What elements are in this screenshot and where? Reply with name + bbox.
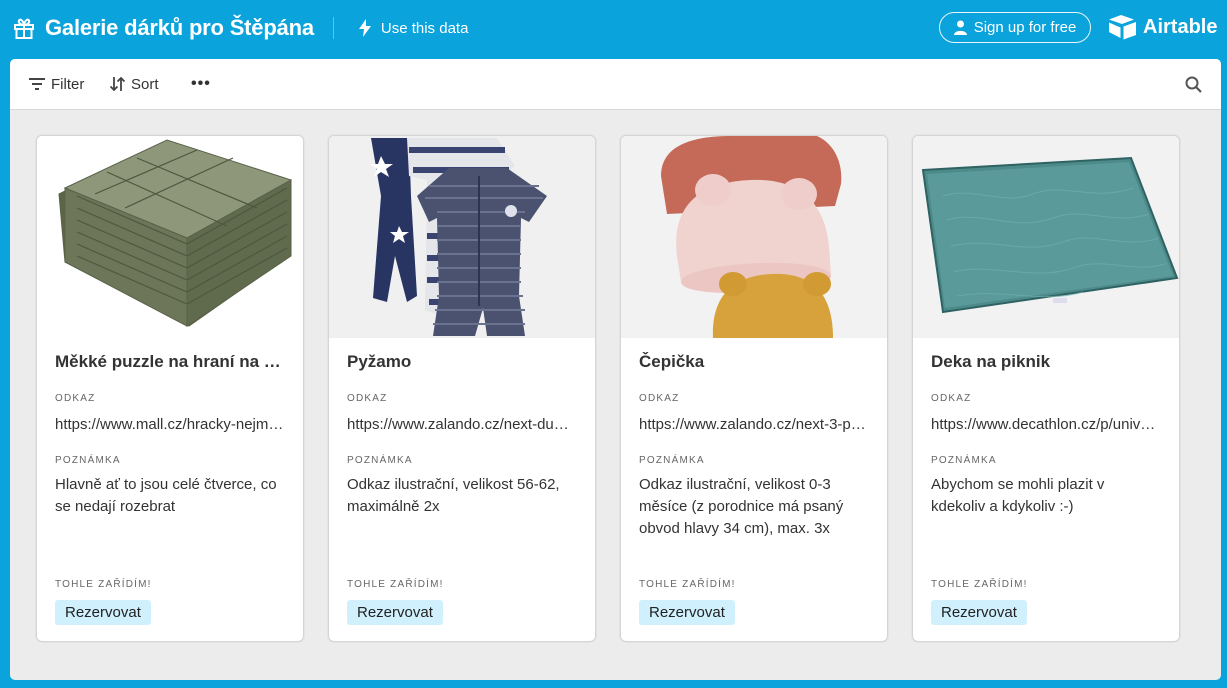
link-field-label: ODKAZ xyxy=(639,393,680,404)
note-field-label: POZNÁMKA xyxy=(347,455,413,466)
sign-up-button[interactable]: Sign up for free xyxy=(939,12,1091,43)
gallery-panel: Filter Sort ••• Měkké puzzle na hraní na… xyxy=(10,59,1221,680)
title-area: Galerie dárků pro Štěpána xyxy=(12,15,314,41)
use-this-data-label: Use this data xyxy=(380,19,469,37)
note-field-value: Hlavně ať to jsou celé čtverce, co se ne… xyxy=(55,476,277,515)
sort-button[interactable]: Sort xyxy=(110,76,159,93)
link-field-label: ODKAZ xyxy=(347,393,388,404)
gift-icon xyxy=(14,18,34,39)
card-title: Měkké puzzle na hraní na zemi xyxy=(55,352,285,371)
reserve-tag[interactable]: Rezervovat xyxy=(639,600,735,625)
card-title: Pyžamo xyxy=(347,352,412,371)
top-bar: Galerie dárků pro Štěpána Use this data … xyxy=(0,0,1227,56)
card-title: Deka na piknik xyxy=(931,352,1051,371)
card-title: Čepička xyxy=(639,352,705,371)
reserve-field-label: TOHLE ZAŘÍDÍM! xyxy=(347,579,444,590)
baby-sleepsuits-image xyxy=(370,138,547,336)
link-field-value[interactable]: https://www.mall.cz/hracky-nejmensi/ xyxy=(55,414,285,436)
sign-up-label: Sign up for free xyxy=(973,19,1077,36)
sort-icon xyxy=(110,77,125,91)
use-this-data-button[interactable]: Use this data xyxy=(358,19,469,37)
search-icon[interactable] xyxy=(1185,76,1202,93)
note-field-label: POZNÁMKA xyxy=(55,455,121,466)
reserve-tag[interactable]: Rezervovat xyxy=(55,600,151,625)
reserve-tag[interactable]: Rezervovat xyxy=(931,600,1027,625)
filter-icon xyxy=(29,78,45,90)
user-icon xyxy=(953,20,967,35)
note-field-value: Abychom se mohli plazit v kdekoliv a kdy… xyxy=(931,476,1105,515)
gallery-card[interactable]: Deka na piknik ODKAZ https://www.decathl… xyxy=(912,135,1180,642)
airtable-logo-icon xyxy=(1109,15,1136,40)
base-title: Galerie dárků pro Štěpána xyxy=(45,15,314,40)
note-field-value: Odkaz ilustrační, velikost 0-3 měsíce (z… xyxy=(639,476,844,537)
link-field-value[interactable]: https://www.zalando.cz/next-dupacky/ xyxy=(347,414,577,436)
airtable-logo[interactable]: Airtable xyxy=(1108,14,1217,40)
baby-hats-image xyxy=(661,136,842,338)
link-field-value[interactable]: https://www.decathlon.cz/p/univerzalni-d… xyxy=(931,414,1161,436)
note-field-value: Odkaz ilustrační, velikost 56-62, maximá… xyxy=(347,476,560,515)
view-toolbar: Filter Sort ••• xyxy=(10,59,1221,110)
link-field-value[interactable]: https://www.zalando.cz/next-3-pack-cepic… xyxy=(639,414,869,436)
lightning-icon xyxy=(358,19,371,37)
filter-button[interactable]: Filter xyxy=(29,76,84,93)
reserve-field-label: TOHLE ZAŘÍDÍM! xyxy=(55,579,152,590)
reserve-tag[interactable]: Rezervovat xyxy=(347,600,443,625)
header-divider xyxy=(332,17,334,39)
picnic-blanket-image xyxy=(921,156,1179,314)
reserve-field-label: TOHLE ZAŘÍDÍM! xyxy=(931,579,1028,590)
gallery-card[interactable]: Pyžamo ODKAZ https://www.zalando.cz/next… xyxy=(328,135,596,642)
card-image xyxy=(621,136,887,338)
gallery-card[interactable]: Měkké puzzle na hraní na zemi ODKAZ http… xyxy=(36,135,304,642)
filter-label: Filter xyxy=(51,75,85,93)
note-field-label: POZNÁMKA xyxy=(931,455,997,466)
reserve-field-label: TOHLE ZAŘÍDÍM! xyxy=(639,579,736,590)
note-field-label: POZNÁMKA xyxy=(639,455,705,466)
card-image xyxy=(37,136,303,338)
foam-puzzle-mat-image xyxy=(58,139,293,327)
card-image xyxy=(329,136,595,338)
link-field-label: ODKAZ xyxy=(931,393,972,404)
airtable-wordmark: Airtable xyxy=(1143,15,1218,38)
gallery-card[interactable]: Čepička ODKAZ https://www.zalando.cz/nex… xyxy=(620,135,888,642)
link-field-label: ODKAZ xyxy=(55,393,96,404)
sort-label: Sort xyxy=(131,75,159,93)
card-image xyxy=(913,136,1179,338)
more-options-button[interactable]: ••• xyxy=(191,75,211,93)
